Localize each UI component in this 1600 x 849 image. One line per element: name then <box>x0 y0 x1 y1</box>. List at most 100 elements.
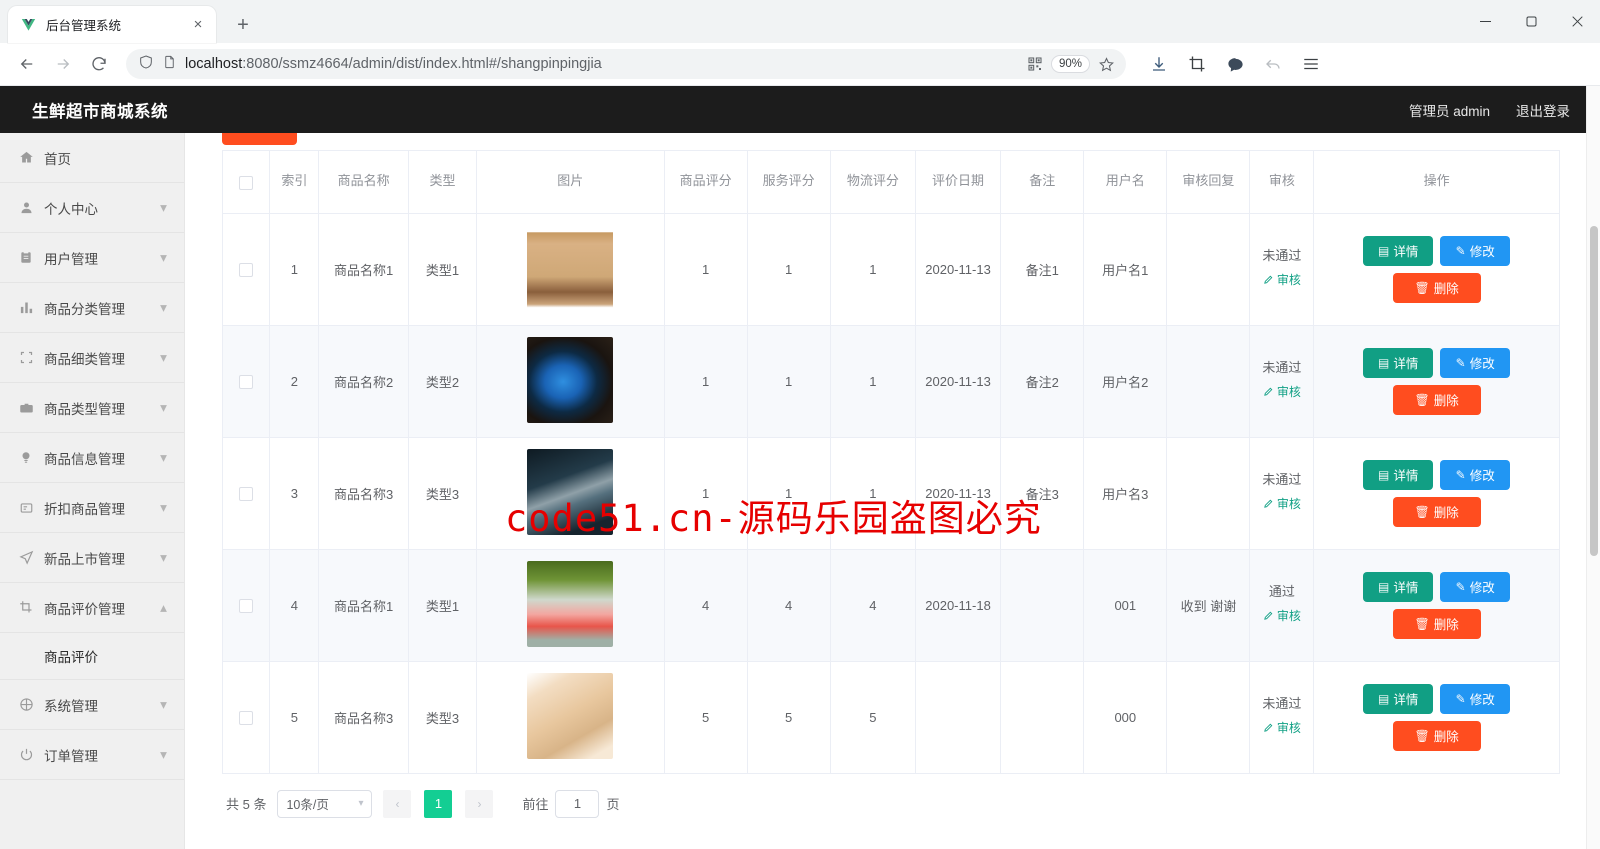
audit-link[interactable]: 审核 <box>1263 269 1301 292</box>
sidebar-item-home[interactable]: 首页 <box>0 133 184 183</box>
sidebar-item-product-category[interactable]: 商品分类管理 ▾ <box>0 283 184 333</box>
edit-button[interactable]: ✎ 修改 <box>1440 347 1511 378</box>
edit-button[interactable]: ✎ 修改 <box>1440 235 1511 266</box>
row-checkbox[interactable] <box>239 710 254 725</box>
gift-box-photo[interactable] <box>527 224 614 311</box>
crop-icon <box>18 350 34 366</box>
delete-button[interactable]: 🗑 删除 <box>1392 384 1481 415</box>
row-select-cell[interactable] <box>223 549 271 662</box>
page-number-1[interactable]: 1 <box>424 789 453 818</box>
detail-button[interactable]: ▤ 详情 <box>1363 347 1434 378</box>
sidebar-label-system-management: 系统管理 <box>44 698 98 714</box>
page-size-select[interactable]: 10条/页 ▾ <box>277 789 373 818</box>
shield-icon <box>138 54 154 75</box>
sidebar-item-product-type[interactable]: 商品类型管理 ▾ <box>0 383 184 433</box>
scrollbar-thumb[interactable] <box>1590 226 1598 556</box>
sidebar-item-new-product[interactable]: 新品上市管理 ▾ <box>0 533 184 583</box>
star-icon[interactable] <box>1092 50 1120 78</box>
trash-icon: 🗑 <box>1414 728 1430 743</box>
sidebar-item-discount-product[interactable]: 折扣商品管理 ▾ <box>0 483 184 533</box>
delete-batch-button[interactable] <box>222 133 297 145</box>
undo-icon[interactable] <box>1256 47 1290 81</box>
cell-audit-reply <box>1166 437 1251 550</box>
audit-link[interactable]: 审核 <box>1263 381 1301 404</box>
sidebar-item-system-management[interactable]: 系统管理 ▾ <box>0 680 184 730</box>
sidebar-subitem-product-review[interactable]: 商品评价 <box>0 633 184 680</box>
edit-button[interactable]: ✎ 修改 <box>1440 459 1511 490</box>
table-row[interactable]: 5 商品名称3 类型3 5 5 5 000 未通过 审核 ▤ 详情 ✎ 修改 🗑… <box>223 661 1559 774</box>
reload-icon[interactable] <box>82 47 116 81</box>
detail-button[interactable]: ▤ 详情 <box>1363 459 1434 490</box>
jump-page-input[interactable]: 1 <box>555 789 600 818</box>
pencil-icon <box>1264 388 1273 397</box>
table-row[interactable]: 3 商品名称3 类型3 1 1 1 2020-11-13 备注3 用户名3 未通… <box>223 437 1559 550</box>
sidebar-item-product-info[interactable]: 商品信息管理 ▾ <box>0 433 184 483</box>
download-icon[interactable] <box>1142 47 1176 81</box>
grey-fish-photo[interactable] <box>527 448 614 535</box>
table-row[interactable]: 2 商品名称2 类型2 1 1 1 2020-11-13 备注2 用户名2 未通… <box>223 325 1559 438</box>
logout-link[interactable]: 退出登录 <box>1516 100 1570 120</box>
blue-fish-photo[interactable] <box>527 336 614 423</box>
select-all-checkbox[interactable] <box>239 175 254 190</box>
address-bar[interactable]: localhost:8080/ssmz4664/admin/dist/index… <box>126 49 1126 79</box>
delete-button[interactable]: 🗑 删除 <box>1392 720 1481 751</box>
tab-title: 后台管理系统 <box>46 19 122 33</box>
navigation-toolbar: localhost:8080/ssmz4664/admin/dist/index… <box>0 43 1600 86</box>
sidebar-item-personal-center[interactable]: 个人中心 ▾ <box>0 183 184 233</box>
qr-code-icon[interactable] <box>1021 50 1049 78</box>
window-close-button[interactable] <box>1554 0 1600 43</box>
row-select-cell[interactable] <box>223 437 271 550</box>
sidebar-item-product-review-management[interactable]: 商品评价管理 ▴ <box>0 583 184 633</box>
zoom-level-badge[interactable]: 90% <box>1050 55 1090 73</box>
egg-carton-photo[interactable] <box>527 672 614 759</box>
audit-link[interactable]: 审核 <box>1263 605 1301 628</box>
detail-button[interactable]: ▤ 详情 <box>1363 683 1434 714</box>
sidebar-item-order-management[interactable]: 订单管理 ▾ <box>0 730 184 780</box>
next-page-button[interactable]: › <box>465 789 494 818</box>
row-checkbox[interactable] <box>239 262 254 277</box>
delete-button[interactable]: 🗑 删除 <box>1392 272 1481 303</box>
comment-icon[interactable] <box>1218 47 1252 81</box>
browser-tab[interactable]: 后台管理系统 × <box>8 6 216 43</box>
delete-button[interactable]: 🗑 删除 <box>1392 608 1481 639</box>
row-select-cell[interactable] <box>223 213 271 326</box>
sidebar-item-user-management[interactable]: 用户管理 ▾ <box>0 233 184 283</box>
detail-button[interactable]: ▤ 详情 <box>1363 571 1434 602</box>
watermelon-drink-photo[interactable] <box>527 560 614 647</box>
screenshot-icon[interactable] <box>1180 47 1214 81</box>
cell-product-name: 商品名称1 <box>318 549 409 662</box>
edit-button[interactable]: ✎ 修改 <box>1440 571 1511 602</box>
maximize-button[interactable] <box>1508 0 1554 43</box>
forward-icon[interactable] <box>46 47 80 81</box>
back-icon[interactable] <box>10 47 44 81</box>
close-icon[interactable]: × <box>188 15 208 35</box>
cell-operations: ▤ 详情 ✎ 修改 🗑 删除 <box>1313 549 1559 662</box>
detail-button[interactable]: ▤ 详情 <box>1363 235 1434 266</box>
sidebar-item-product-subcategory[interactable]: 商品细类管理 ▾ <box>0 333 184 383</box>
row-select-cell[interactable] <box>223 661 271 774</box>
cell-audit: 未通过 审核 <box>1249 325 1315 438</box>
toolbar-strip <box>222 133 1560 150</box>
chevron-down-icon: ▾ <box>160 449 167 465</box>
minimize-button[interactable] <box>1462 0 1508 43</box>
edit-button[interactable]: ✎ 修改 <box>1440 683 1511 714</box>
table-row[interactable]: 1 商品名称1 类型1 1 1 1 2020-11-13 备注1 用户名1 未通… <box>223 213 1559 326</box>
row-checkbox[interactable] <box>239 374 254 389</box>
row-checkbox[interactable] <box>239 598 254 613</box>
delete-button[interactable]: 🗑 删除 <box>1392 496 1481 527</box>
row-select-cell[interactable] <box>223 325 271 438</box>
page-scrollbar[interactable] <box>1586 86 1600 849</box>
cell-service-score: 1 <box>747 325 831 438</box>
new-tab-button[interactable]: + <box>228 10 258 40</box>
bar-chart-icon <box>18 300 34 316</box>
trash-icon: 🗑 <box>1414 392 1430 407</box>
menu-icon[interactable] <box>1294 47 1328 81</box>
prev-page-button[interactable]: ‹ <box>383 789 412 818</box>
row-checkbox[interactable] <box>239 486 254 501</box>
total-count-label: 共 5 条 <box>226 797 267 812</box>
audit-link[interactable]: 审核 <box>1263 717 1301 740</box>
select-all-header[interactable] <box>223 151 271 214</box>
header-index: 索引 <box>269 151 320 214</box>
table-row[interactable]: 4 商品名称1 类型1 4 4 4 2020-11-18 001 收到 谢谢 通… <box>223 549 1559 662</box>
audit-link[interactable]: 审核 <box>1263 493 1301 516</box>
